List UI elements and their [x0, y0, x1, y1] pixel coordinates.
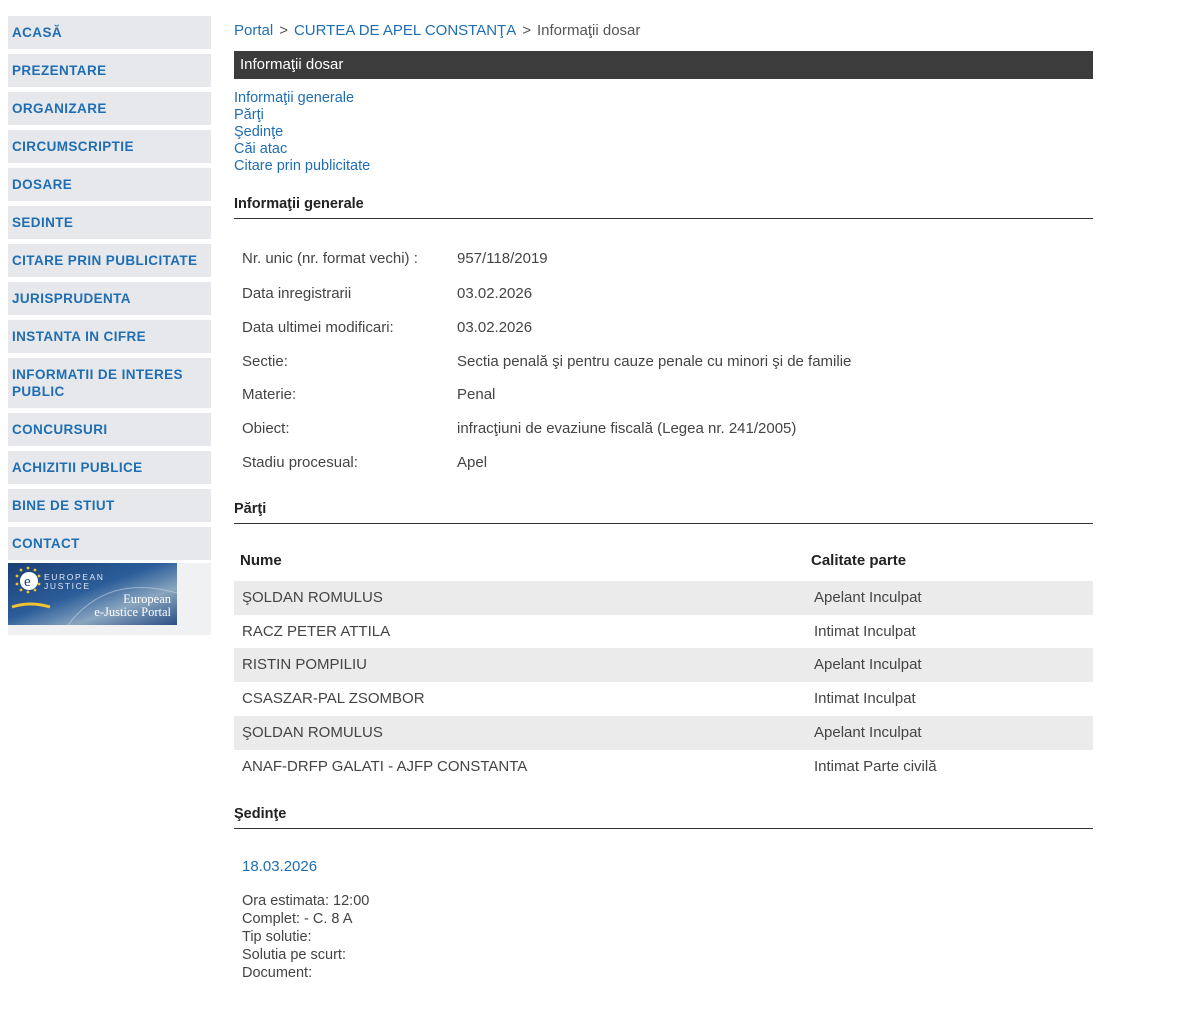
sidebar-item-contact[interactable]: CONTACT — [8, 527, 211, 560]
hearing-tip-solutie: Tip solutie: — [242, 929, 312, 945]
table-row: CSASZAR-PAL ZSOMBOR Intimat Inculpat — [234, 682, 1093, 716]
breadcrumb-separator: > — [522, 22, 531, 39]
sidebar-item-sedinte[interactable]: SEDINTE — [8, 206, 211, 239]
info-label: Stadiu procesual: — [242, 454, 358, 471]
info-value: 03.02.2026 — [457, 319, 533, 336]
column-header-calitate-parte: Calitate parte — [811, 552, 907, 569]
column-header-nume: Nume — [240, 552, 282, 569]
party-name: RISTIN POMPILIU — [242, 656, 368, 673]
breadcrumb: Portal > CURTEA DE APEL CONSTANŢA > Informaţ… — [234, 22, 640, 39]
table-row: RACZ PETER ATTILA Intimat Inculpat — [234, 615, 1093, 649]
link-cai-atac[interactable]: Căi atac — [234, 141, 370, 158]
party-role: Intimat Parte civilă — [814, 758, 937, 775]
hearing-complet: Complet: - C. 8 A — [242, 911, 353, 927]
link-sedinte[interactable]: Şedinţe — [234, 124, 370, 141]
party-role: Apelant Inculpat — [814, 724, 922, 741]
info-value: infracţiuni de evaziune fiscală (Legea n… — [457, 420, 797, 437]
link-citare-prin-publicitate[interactable]: Citare prin publicitate — [234, 158, 370, 175]
info-row-stadiu-procesual: Stadiu procesual: Apel — [242, 454, 487, 471]
sidebar-item-organizare[interactable]: ORGANIZARE — [8, 92, 211, 125]
info-value: 03.02.2026 — [457, 285, 533, 302]
info-value: 957/118/2019 — [457, 250, 548, 267]
table-row: ANAF-DRFP GALATI - AJFP CONSTANTA Intima… — [234, 750, 1093, 784]
ejustice-banner-top-line2: JUSTICE — [44, 581, 91, 591]
page-title-bar: Informaţii dosar — [234, 51, 1093, 79]
svg-text:e: e — [24, 574, 31, 590]
sidebar-item-circumscriptie[interactable]: CIRCUMSCRIPTIE — [8, 130, 211, 163]
info-row-nr-unic: Nr. unic (nr. format vechi) : 957/118/201… — [242, 250, 548, 267]
ejustice-portal-banner[interactable]: e EUROPEAN JUSTICE European e-Justice Po… — [8, 563, 177, 625]
party-name: ŞOLDAN ROMULUS — [242, 589, 383, 606]
party-role: Apelant Inculpat — [814, 656, 922, 673]
breadcrumb-portal-link[interactable]: Portal — [234, 22, 273, 39]
table-row: ŞOLDAN ROMULUS Apelant Inculpat — [234, 581, 1093, 615]
info-value: Apel — [457, 454, 488, 471]
ejustice-banner-bottom-line2: e-Justice Portal — [94, 605, 171, 619]
sidebar-item-instanta-in-cifre[interactable]: INSTANTA IN CIFRE — [8, 320, 211, 353]
hearing-ora-estimata: Ora estimata: 12:00 — [242, 893, 370, 909]
hearing-document: Document: — [242, 965, 313, 981]
sidebar-item-concursuri[interactable]: CONCURSURI — [8, 413, 211, 446]
info-label: Data ultimei modificari: — [242, 319, 394, 336]
table-row: ŞOLDAN ROMULUS Apelant Inculpat — [234, 716, 1093, 750]
party-name: ANAF-DRFP GALATI - AJFP CONSTANTA — [242, 758, 528, 775]
party-name: CSASZAR-PAL ZSOMBOR — [242, 690, 425, 707]
link-informatii-generale[interactable]: Informaţii generale — [234, 90, 370, 107]
info-value: Sectia penală şi pentru cauze penale cu … — [457, 353, 852, 370]
hearing-details: Ora estimata: 12:00 Complet: - C. 8 A Ti… — [242, 892, 369, 982]
breadcrumb-current: Informaţii dosar — [537, 22, 641, 39]
info-label: Obiect: — [242, 420, 290, 437]
hearing-solutia-pe-scurt: Solutia pe scurt: — [242, 947, 346, 963]
sidebar-item-dosare[interactable]: DOSARE — [8, 168, 211, 201]
party-role: Intimat Inculpat — [814, 623, 916, 640]
info-row-obiect: Obiect: infracţiuni de evaziune fiscală (… — [242, 420, 796, 437]
hearing-date-link[interactable]: 18.03.2026 — [242, 858, 317, 875]
party-role: Intimat Inculpat — [814, 690, 916, 707]
info-row-data-ultimei-modificari: Data ultimei modificari: 03.02.2026 — [242, 319, 532, 336]
info-row-sectie: Sectie: Sectia penală şi pentru cauze pen… — [242, 353, 851, 370]
party-name: ŞOLDAN ROMULUS — [242, 724, 383, 741]
sidebar-item-citare-prin-publicitate[interactable]: CITARE PRIN PUBLICITATE — [8, 244, 211, 277]
section-heading-sedinte: Şedinţe — [234, 806, 1093, 829]
sidebar-item-prezentare[interactable]: PREZENTARE — [8, 54, 211, 87]
sidebar-item-informatii-de-interes-public[interactable]: INFORMATII DE INTERES PUBLIC — [8, 358, 211, 408]
sidebar-item-acasa[interactable]: ACASĂ — [8, 16, 211, 49]
info-row-materie: Materie: Penal — [242, 386, 495, 403]
sidebar-item-bine-de-stiut[interactable]: BINE DE STIUT — [8, 489, 211, 522]
section-quick-links: Informaţii generale Părţi Şedinţe Căi at… — [234, 90, 370, 175]
ejustice-banner-top-text: EUROPEAN JUSTICE — [44, 573, 105, 591]
section-heading-general: Informaţii generale — [234, 196, 1093, 219]
link-parti[interactable]: Părţi — [234, 107, 370, 124]
ejustice-banner-bottom-text: European e-Justice Portal — [94, 593, 171, 619]
breadcrumb-court-link[interactable]: CURTEA DE APEL CONSTANŢA — [294, 22, 516, 39]
sidebar-nav: ACASĂ PREZENTARE ORGANIZARE CIRCUMSCRIPT… — [8, 16, 211, 635]
info-label: Materie: — [242, 386, 297, 403]
sidebar-item-jurisprudenta[interactable]: JURISPRUDENTA — [8, 282, 211, 315]
info-value: Penal — [457, 386, 496, 403]
ejustice-banner-container: e EUROPEAN JUSTICE European e-Justice Po… — [8, 563, 211, 635]
section-heading-parti: Părţi — [234, 501, 1093, 524]
info-label: Data inregistrarii — [242, 285, 352, 302]
info-row-data-inregistrarii: Data inregistrarii 03.02.2026 — [242, 285, 532, 302]
info-label: Nr. unic (nr. format vechi) : — [242, 250, 418, 267]
party-name: RACZ PETER ATTILA — [242, 623, 391, 640]
breadcrumb-separator: > — [279, 22, 288, 39]
party-role: Apelant Inculpat — [814, 589, 922, 606]
sidebar-item-achizitii-publice[interactable]: ACHIZITII PUBLICE — [8, 451, 211, 484]
info-label: Sectie: — [242, 353, 288, 370]
table-row: RISTIN POMPILIU Apelant Inculpat — [234, 648, 1093, 682]
